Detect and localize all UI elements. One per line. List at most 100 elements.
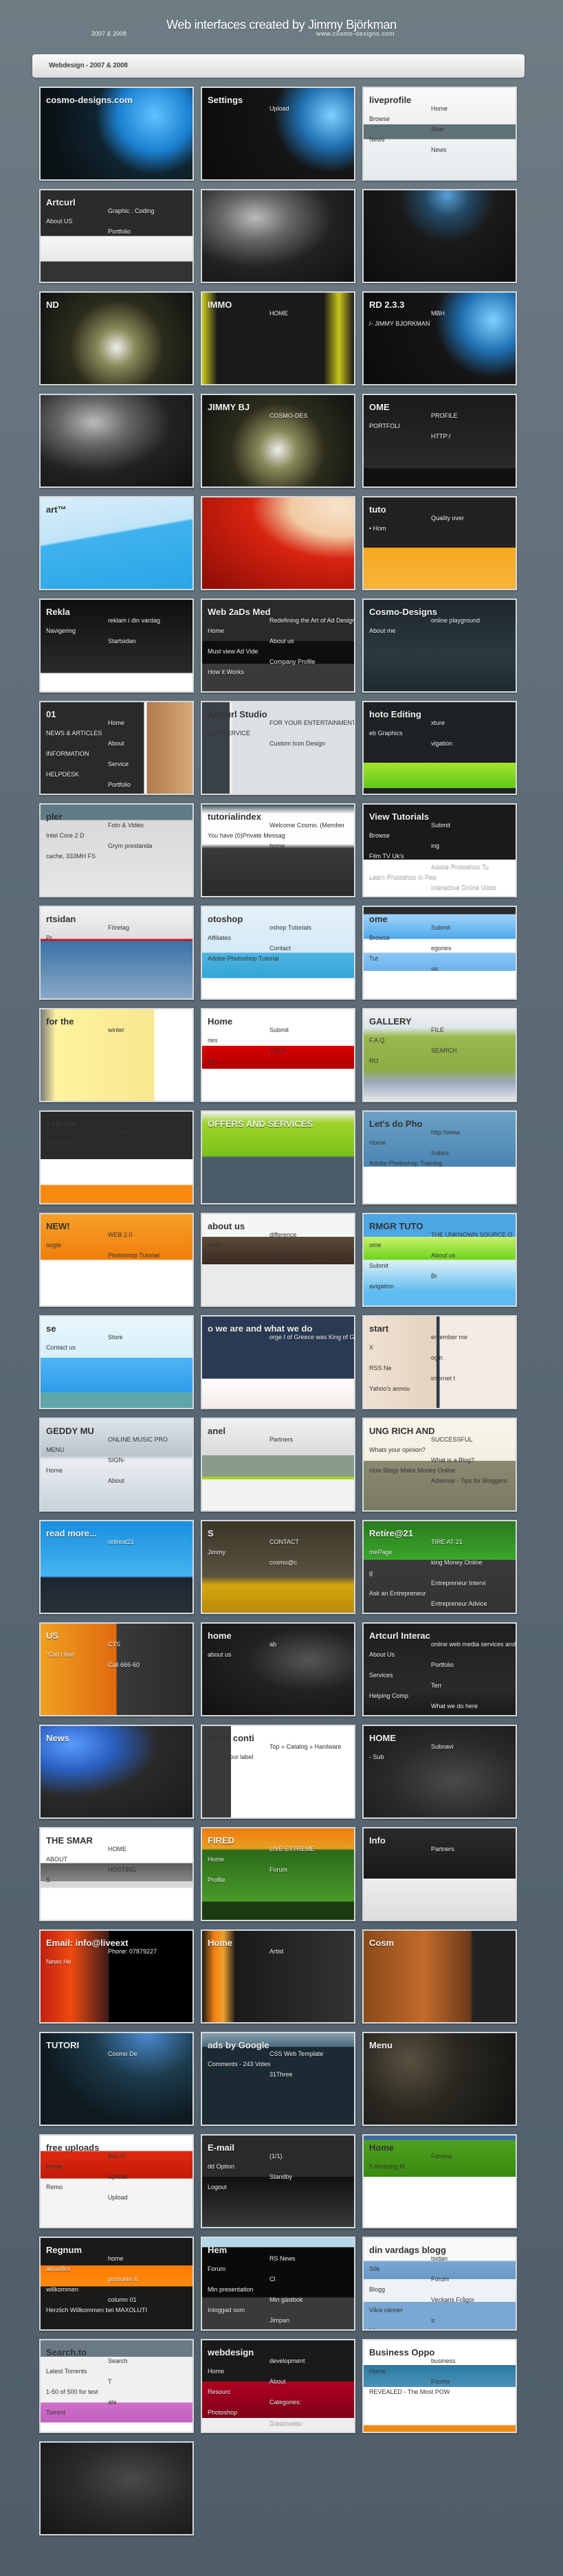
thumbnail-68[interactable]: webdesign development Home About Resourc Cate…	[201, 2339, 355, 2433]
thumbnail-9[interactable]: RD 2.3.3 MBH/- JIMMY BJORKMAN	[362, 291, 517, 385]
thumbnail-18[interactable]: Cosmo-Designs online playground About me	[362, 598, 517, 693]
thumbnail-8[interactable]: IMMO HOME	[201, 291, 355, 385]
thumbnail-15[interactable]: tuto Quality over • Hom	[362, 496, 517, 590]
thumbnail-text: emember me	[431, 1334, 468, 1341]
thumbnail-16[interactable]: Rekla reklam i din vardag Navigering Starts…	[39, 598, 194, 693]
thumbnail-30[interactable]: GALLERY FILE F.A.Q. SEARCH RO	[362, 1008, 517, 1102]
thumbnail-text: NEW!	[46, 1221, 70, 1231]
thumbnail-27[interactable]: ome Submit Browse egories Tut sic	[362, 906, 517, 1000]
thumbnail-58[interactable]: TUTORI Cosmo De	[39, 2032, 194, 2126]
thumbnail-text: Contact	[269, 945, 291, 952]
thumbnail-47[interactable]: home ab about us	[201, 1622, 355, 1716]
thumbnail-24[interactable]: View Tutorials Submit Browse ing Film TV Uk'…	[362, 803, 517, 897]
thumbnail-31[interactable]: • Home • Submit Categories	[39, 1110, 194, 1205]
thumbnail-6[interactable]	[362, 189, 517, 283]
thumbnail-11[interactable]: JIMMY BJ COSMO-DES	[201, 394, 355, 488]
thumbnail-51[interactable]: HOME Subnavi - Sub	[362, 1725, 517, 1819]
thumbnail-33[interactable]: Let's do Pho http://www. Home Submi Adobe Ph…	[362, 1110, 517, 1205]
thumbnail-text: Regnum	[46, 2245, 82, 2255]
thumbnail-39[interactable]: start emember me Xogin RSS Ne internet t Yaho…	[362, 1315, 517, 1409]
thumbnail-text: Home	[208, 1938, 233, 1948]
thumbnail-56[interactable]: Home Artist	[201, 1929, 355, 2024]
thumbnail-text: Lös	[369, 2327, 379, 2331]
thumbnail-text: /- JIMMY BJORKMAN	[369, 320, 430, 327]
thumbnail-12[interactable]: OME PROFILE PORTFOLI HTTP:/	[362, 394, 517, 488]
thumbnail-43[interactable]: read more... retireat21	[39, 1520, 194, 1614]
thumbnail-69[interactable]: Business Oppo business Home Foums REVEALED -…	[362, 2339, 517, 2433]
thumbnail-32[interactable]: OFFERS AND SERVICES	[201, 1110, 355, 1205]
thumbnail-63[interactable]: Home Forums 5 Amazing M	[362, 2134, 517, 2228]
thumbnail-25[interactable]: rtsidan Företag Pr	[39, 906, 194, 1000]
years-label: 2007 & 2008	[91, 30, 127, 37]
thumbnail-text: About Us	[369, 1651, 395, 1658]
thumbnail-4[interactable]: Artcurl Graphic . Coding About US Portfolio	[39, 189, 194, 283]
thumbnail-50[interactable]: dia is conti Top » Catalog » Hardware Sele…	[201, 1725, 355, 1819]
thumbnail-36[interactable]: RMGR TUTO THE UNKNOWN SOURCE O ome About us…	[362, 1213, 517, 1307]
thumbnail-44[interactable]: S CONTACT Jimmy cosmo@c	[201, 1520, 355, 1614]
thumbnail-text: PORTFOLI	[369, 423, 400, 429]
thumbnail-text: How Blogs Make Money Online	[369, 1467, 456, 1474]
thumbnail-text: Navigering	[46, 627, 76, 634]
thumbnail-text: Store	[108, 1334, 123, 1341]
thumbnail-59[interactable]: ads by Google CSS Web Template Comments - …	[201, 2032, 355, 2126]
thumbnail-13[interactable]: art™	[39, 496, 194, 590]
thumbnail-3[interactable]: liveprofile Home Browse Sear News News	[362, 87, 517, 181]
thumbnail-54[interactable]: Info Partners	[362, 1827, 517, 1921]
thumbnail-41[interactable]: anel Partners	[201, 1418, 355, 1512]
thumbnail-61[interactable]: free uploads BIG FI Home Upload Remo Upload	[39, 2134, 194, 2228]
website-link[interactable]: www.cosmo-designs.com	[316, 30, 395, 37]
thumbnail-42[interactable]: UNG RICH AND SUCCESSFUL Whats your opinion…	[362, 1418, 517, 1512]
thumbnail-5[interactable]	[201, 189, 355, 283]
thumbnail-text: About us	[269, 638, 294, 645]
thumbnail-14[interactable]	[201, 496, 355, 590]
thumbnail-70[interactable]	[39, 2441, 194, 2535]
thumbnail-2[interactable]: Settings Upload	[201, 87, 355, 181]
thumbnail-29[interactable]: Home Submit ries Tutori ng	[201, 1008, 355, 1102]
thumbnail-text: Tutori	[269, 1047, 285, 1054]
thumbnail-text: SEARCH	[431, 1047, 457, 1054]
thumbnail-text: Quality over	[431, 515, 465, 522]
thumbnail-22[interactable]: pler Foto & Video Intel Core 2 D Grym prest…	[39, 803, 194, 897]
thumbnail-text: JIMMY BJ	[208, 402, 250, 412]
thumbnail-text: RO	[369, 1057, 379, 1064]
thumbnail-21[interactable]: hoto Editing xture eb Graphics vigation	[362, 701, 517, 795]
thumbnail-text: ogin	[431, 1354, 443, 1361]
thumbnail-37[interactable]: se Store Contact us	[39, 1315, 194, 1409]
thumbnail-20[interactable]: Artcurl Studio FOR YOUR ENTERTAINMENT OUR …	[201, 701, 355, 795]
thumbnail-10[interactable]	[39, 394, 194, 488]
thumbnail-65[interactable]: Hem RS News Forum Cl Min presentation Min gäs…	[201, 2237, 355, 2331]
thumbnail-text: Adobe Photoshop Training	[369, 1160, 443, 1167]
thumbnail-text: About us	[431, 1252, 456, 1259]
thumbnail-64[interactable]: Regnum home aktuelles produkte & willkommen c…	[39, 2237, 194, 2331]
thumbnail-57[interactable]: Cosm	[362, 1929, 517, 2024]
thumbnail-34[interactable]: NEW! WEB 2.0 oogle Photoshop Tutorial	[39, 1213, 194, 1307]
thumbnail-55[interactable]: Email: info@liveext Phone: 07879227 News H…	[39, 1929, 194, 2024]
thumbnail-66[interactable]: din vardags blogg tsidan Sök Forum Blogg Veck…	[362, 2237, 517, 2331]
thumbnail-60[interactable]: Menu	[362, 2032, 517, 2126]
thumbnail-text: HOME	[269, 310, 288, 317]
thumbnail-49[interactable]: News	[39, 1725, 194, 1819]
thumbnail-62[interactable]: E-mail (1/1) dd Option Standby Logout	[201, 2134, 355, 2228]
thumbnail-7[interactable]: ND	[39, 291, 194, 385]
thumbnail-53[interactable]: FIRED LIVE EXTREME Home Forum Profile	[201, 1827, 355, 1921]
thumbnail-text: ng	[208, 1057, 215, 1064]
thumbnail-17[interactable]: Web 2aDs Med Redefining the Art of Ad Des…	[201, 598, 355, 693]
thumbnail-text: Submit	[431, 924, 451, 931]
thumbnail-text: oogle	[46, 1242, 62, 1248]
thumbnail-35[interactable]: about us difference servi edge	[201, 1213, 355, 1307]
thumbnail-52[interactable]: THE SMAR HOME ABOUT HOSTING S	[39, 1827, 194, 1921]
section-header: Webdesign - 2007 & 2008	[32, 54, 525, 78]
thumbnail-text: Sear	[431, 126, 445, 133]
thumbnail-text: Portfolio	[108, 781, 131, 788]
thumbnail-48[interactable]: Artcurl Interac online web media services…	[362, 1622, 517, 1716]
thumbnail-38[interactable]: o we are and what we do orge I of Greece …	[201, 1315, 355, 1409]
thumbnail-46[interactable]: US CTS “Can't find Call 666-60	[39, 1622, 194, 1716]
thumbnail-40[interactable]: GEDDY MU ONLINE MUSIC PRO MENU SIGN- Home Abo…	[39, 1418, 194, 1512]
thumbnail-67[interactable]: Search.to Search Latest Torrents T 1-50 of 5…	[39, 2339, 194, 2433]
thumbnail-19[interactable]: 01 Home NEWS & ARTICLES About INFORMATION Ser…	[39, 701, 194, 795]
thumbnail-23[interactable]: tutorialindex Welcome Cosmo. (Member You h…	[201, 803, 355, 897]
thumbnail-1[interactable]: cosmo-designs.com	[39, 87, 194, 181]
thumbnail-26[interactable]: otoshop oshop Tutorials Affiliates Contact A…	[201, 906, 355, 1000]
thumbnail-45[interactable]: Retire@21 TIRE AT 21 mePage king Money Onli…	[362, 1520, 517, 1614]
thumbnail-28[interactable]: for the winter	[39, 1008, 194, 1102]
